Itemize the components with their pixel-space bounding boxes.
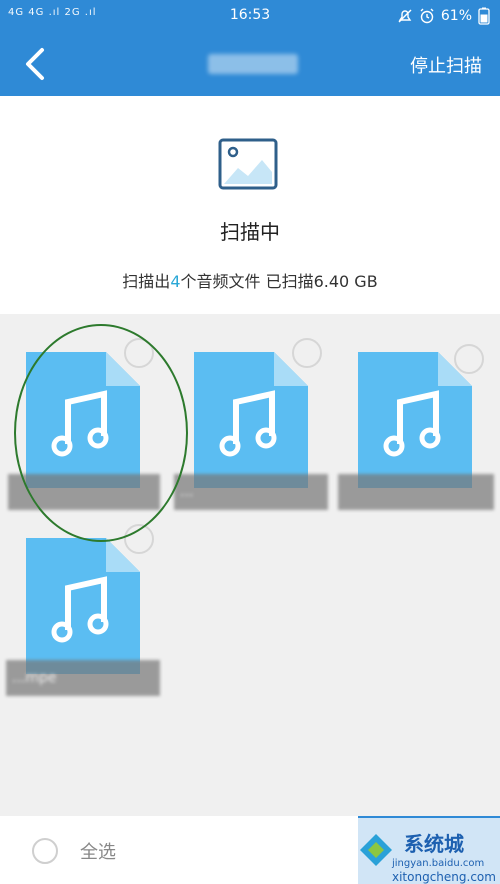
mute-icon: [398, 9, 412, 23]
music-file-icon: [26, 538, 140, 674]
annotation-ellipse: [14, 324, 188, 542]
select-all-label[interactable]: 全选: [80, 838, 116, 864]
chevron-left-icon: [26, 48, 44, 80]
watermark-url-1: jingyan.baidu.com: [392, 858, 485, 869]
select-all-checkbox[interactable]: [32, 838, 58, 864]
scan-panel: 扫描中 扫描出4个音频文件 已扫描6.40 GB: [0, 96, 500, 314]
battery-icon: [478, 7, 490, 25]
file-item[interactable]: ...: [174, 314, 334, 510]
music-file-icon: [194, 352, 308, 488]
image-icon: [218, 138, 278, 190]
file-select-circle[interactable]: [454, 344, 484, 374]
alarm-icon: [420, 8, 434, 24]
status-bar: 4G 4G .ıl 2G .ıl 16:53 61%: [0, 0, 500, 32]
file-item[interactable]: [338, 314, 498, 510]
file-select-circle[interactable]: [292, 338, 322, 368]
scan-info-prefix: 扫描出: [122, 272, 171, 291]
watermark-url-2: xitongcheng.com: [392, 870, 496, 884]
blurred-title: [208, 54, 298, 74]
watermark-logo-icon: [360, 834, 392, 866]
battery-percent: 61%: [440, 8, 472, 24]
stop-scan-button[interactable]: 停止扫描: [410, 52, 482, 78]
file-name: ...: [174, 474, 328, 510]
scan-info-suffix: 个音频文件 已扫描6.40 GB: [180, 272, 378, 291]
app-bar: 停止扫描: [0, 32, 500, 96]
scan-info: 扫描出4个音频文件 已扫描6.40 GB: [0, 268, 500, 292]
scan-file-count: 4: [170, 272, 181, 291]
back-button[interactable]: [16, 42, 56, 86]
scan-status-title: 扫描中: [220, 220, 280, 244]
file-name: [338, 474, 494, 510]
status-right: 61%: [397, 7, 490, 25]
file-name: ...mpe: [6, 660, 160, 696]
watermark-brand: 系统城: [404, 832, 464, 856]
music-file-icon: [358, 352, 472, 488]
